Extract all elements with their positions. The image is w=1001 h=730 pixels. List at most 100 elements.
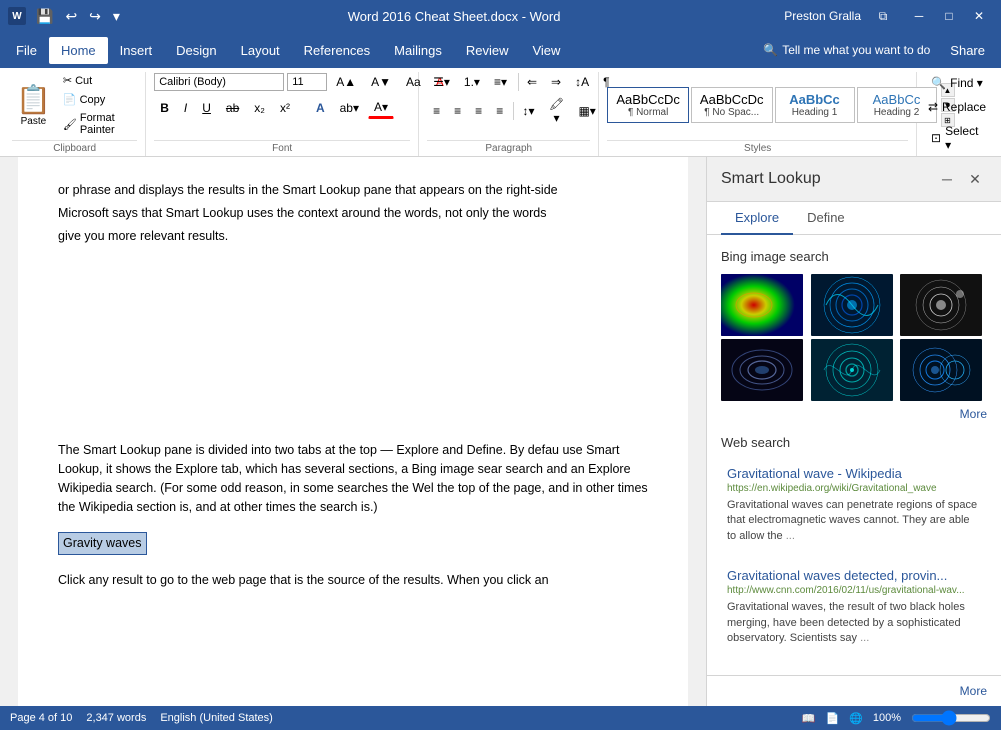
style-normal[interactable]: AaBbCcDc ¶ Normal <box>607 87 689 123</box>
sort-button[interactable]: ↕A <box>569 72 595 92</box>
redo-button[interactable]: ↪ <box>85 6 105 27</box>
select-button[interactable]: ⊡ Select ▾ <box>925 120 989 156</box>
find-button[interactable]: 🔍 Find ▾ <box>925 72 989 94</box>
result-1-snippet: Gravitational waves can penetrate region… <box>727 498 981 544</box>
italic-button[interactable]: I <box>178 98 193 118</box>
panel-close-button[interactable]: ✕ <box>963 167 987 191</box>
format-painter-icon: 🖌 <box>63 118 77 131</box>
replace-button[interactable]: ⇄ Replace <box>922 96 992 118</box>
menu-references[interactable]: References <box>292 37 382 64</box>
share-button[interactable]: Share <box>938 37 997 64</box>
image-2[interactable] <box>811 274 893 336</box>
increase-indent-button[interactable]: ⇒ <box>545 72 567 92</box>
decrease-font-button[interactable]: A▼ <box>365 72 397 92</box>
copy-button[interactable]: 📄 Copy <box>59 91 137 108</box>
style-boxes: AaBbCcDc ¶ Normal AaBbCcDc ¶ No Spac... … <box>607 87 936 123</box>
cut-label: Cut <box>75 75 92 87</box>
style-heading1[interactable]: AaBbCc Heading 1 <box>775 87 855 123</box>
justify-button[interactable]: ≡ <box>490 101 509 121</box>
format-painter-button[interactable]: 🖌 Format Painter <box>59 110 137 138</box>
menu-mailings[interactable]: Mailings <box>382 37 454 64</box>
shading-button[interactable]: 🖍▾ <box>542 94 570 128</box>
image-4[interactable] <box>721 339 803 401</box>
result-1-title: Gravitational wave - Wikipedia <box>727 466 981 481</box>
status-left: Page 4 of 10 2,347 words English (United… <box>10 712 273 724</box>
clipboard-side-buttons: ✂ Cut 📄 Copy 🖌 Format Painter <box>59 72 137 138</box>
menu-layout[interactable]: Layout <box>229 37 292 64</box>
image-3[interactable] <box>900 274 982 336</box>
bold-button[interactable]: B <box>154 98 175 118</box>
highlight-color-button[interactable]: ab▾ <box>334 98 365 118</box>
superscript-button[interactable]: x² <box>274 98 296 118</box>
image-6[interactable] <box>900 339 982 401</box>
result-2-snippet: Gravitational waves, the result of two b… <box>727 600 981 646</box>
restore-down-button[interactable]: ⧉ <box>869 4 897 28</box>
replace-icon: ⇄ <box>928 100 938 114</box>
panel-controls: ─ ✕ <box>935 167 987 191</box>
cut-icon: ✂ <box>63 74 72 87</box>
ribbon: 📋 Paste ✂ Cut 📄 Copy 🖌 Format Painter <box>0 68 1001 157</box>
tab-define[interactable]: Define <box>793 202 859 235</box>
subscript-button[interactable]: x₂ <box>248 98 271 118</box>
style-normal-label: ¶ Normal <box>616 107 680 118</box>
borders-button[interactable]: ▦▾ <box>572 101 601 121</box>
save-button[interactable]: 💾 <box>32 6 57 27</box>
page-info: Page 4 of 10 <box>10 712 72 724</box>
doc-para-2: Microsoft says that Smart Lookup uses th… <box>58 204 648 223</box>
panel-minimize-button[interactable]: ─ <box>935 167 959 191</box>
footer-more-link[interactable]: More <box>960 684 987 698</box>
search-result-2[interactable]: Gravitational waves detected, provin... … <box>721 562 987 652</box>
menu-bar: File Home Insert Design Layout Reference… <box>0 32 1001 68</box>
underline-button[interactable]: U <box>196 98 217 118</box>
zoom-slider[interactable] <box>911 713 991 723</box>
align-left-button[interactable]: ≡ <box>427 101 446 121</box>
maximize-button[interactable]: □ <box>935 4 963 28</box>
panel-tabs: Explore Define <box>707 202 1001 235</box>
cut-button[interactable]: ✂ Cut <box>59 72 137 89</box>
zoom-level: 100% <box>873 712 901 724</box>
menu-insert[interactable]: Insert <box>108 37 165 64</box>
bullets-button[interactable]: ☰▾ <box>427 72 456 92</box>
menu-design[interactable]: Design <box>164 37 228 64</box>
menu-review[interactable]: Review <box>454 37 521 64</box>
menu-home[interactable]: Home <box>49 37 108 64</box>
search-result-1[interactable]: Gravitational wave - Wikipedia https://e… <box>721 460 987 550</box>
doc-para-5: Click any result to go to the web page t… <box>58 571 648 590</box>
undo-button[interactable]: ↩ <box>61 6 81 27</box>
multilevel-list-button[interactable]: ≡▾ <box>488 72 513 92</box>
title-bar-right: Preston Gralla ⧉ ─ □ ✕ <box>784 4 993 28</box>
tab-explore[interactable]: Explore <box>721 202 793 235</box>
minimize-button[interactable]: ─ <box>905 4 933 28</box>
menu-file[interactable]: File <box>4 37 49 64</box>
align-right-button[interactable]: ≡ <box>469 101 488 121</box>
style-no-spacing[interactable]: AaBbCcDc ¶ No Spac... <box>691 87 773 123</box>
style-heading1-label: Heading 1 <box>784 107 846 118</box>
gravity-waves-highlight-container: Gravity waves <box>58 532 648 555</box>
increase-font-button[interactable]: A▲ <box>330 72 362 92</box>
paste-button[interactable]: 📋 Paste <box>12 79 55 131</box>
text-effects-button[interactable]: A <box>310 98 331 118</box>
numbering-button[interactable]: 1.▾ <box>458 72 486 92</box>
menu-view[interactable]: View <box>520 37 572 64</box>
doc-para-4: The Smart Lookup pane is divided into tw… <box>58 441 648 516</box>
result-2-more: ... <box>860 632 869 644</box>
panel-header: Smart Lookup ─ ✕ <box>707 157 1001 202</box>
paragraph-group: ☰▾ 1.▾ ≡▾ ⇐ ⇒ ↕A ¶ ≡ ≡ ≡ ≡ ↕▾ 🖍▾ <box>419 72 599 156</box>
font-color-button[interactable]: A▾ <box>368 97 394 119</box>
result-1-more: ... <box>786 530 795 542</box>
decrease-indent-button[interactable]: ⇐ <box>521 72 543 92</box>
panel-body[interactable]: Bing image search <box>707 235 1001 675</box>
document-scroll[interactable]: or phrase and displays the results in th… <box>0 157 706 706</box>
image-1[interactable] <box>721 274 803 336</box>
bing-image-grid <box>721 274 987 401</box>
image-5[interactable] <box>811 339 893 401</box>
font-size-input[interactable] <box>287 73 327 91</box>
panel-footer: More <box>707 675 1001 706</box>
image-more-link[interactable]: More <box>721 407 987 421</box>
line-spacing-button[interactable]: ↕▾ <box>516 101 540 121</box>
font-name-input[interactable] <box>154 73 284 91</box>
customize-quick-access-button[interactable]: ▾ <box>109 6 124 27</box>
align-center-button[interactable]: ≡ <box>448 101 467 121</box>
close-button[interactable]: ✕ <box>965 4 993 28</box>
strikethrough-button[interactable]: ab <box>220 98 245 118</box>
